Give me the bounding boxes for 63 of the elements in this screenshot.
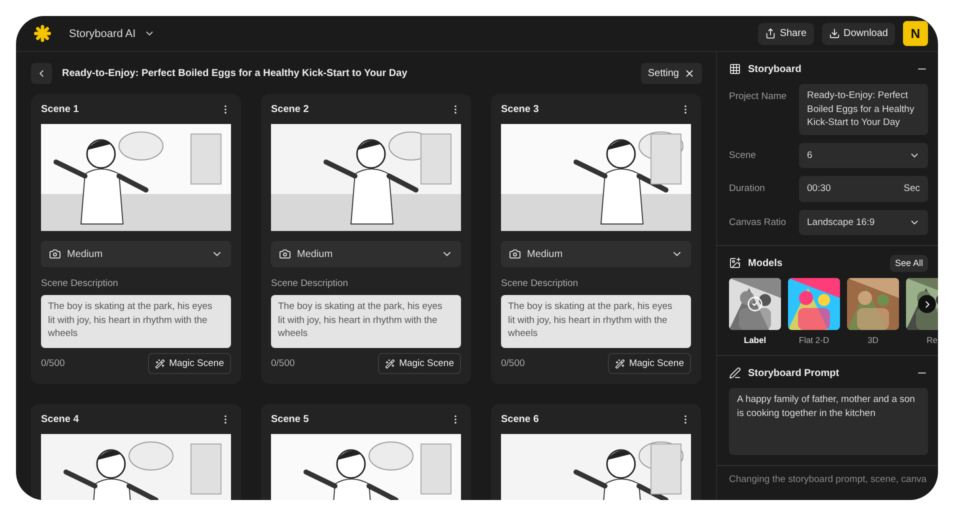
prompt-field[interactable]: A happy family of father, mother and a son is cooking together in the kitchen	[729, 388, 928, 455]
download-button[interactable]: Download	[822, 22, 895, 44]
character-counter: 0/500	[501, 358, 525, 369]
shot-select[interactable]: Medium	[41, 241, 231, 267]
magic-scene-button[interactable]: Magic Scene	[608, 353, 691, 374]
see-all-button[interactable]: See All	[890, 254, 928, 272]
model-thumbnail[interactable]	[788, 278, 840, 330]
project-name-field[interactable]: Ready-to-Enjoy: Perfect Boiled Eggs for a Healthy Kick-Start to Your Day	[799, 84, 928, 134]
project-title: Ready-to-Enjoy: Perfect Boiled Eggs for a Healthy Kick-Start to Your Day	[62, 68, 408, 78]
field-label: Duration	[729, 182, 766, 194]
field-label: Scene Description	[271, 278, 350, 289]
camera-icon	[279, 248, 291, 260]
select-field[interactable]: 6	[799, 142, 928, 168]
section-title: Storyboard	[748, 64, 802, 74]
model-label: Re	[926, 335, 938, 345]
field-label: Scene	[729, 148, 757, 160]
model-label: Label	[744, 335, 766, 345]
section-title: Storyboard Prompt	[748, 368, 840, 378]
model-thumbnail[interactable]	[729, 278, 781, 330]
magic-scene-button[interactable]: Magic Scene	[148, 353, 231, 374]
description-field[interactable]: The boy is skating at the park, his eyes lit with joy, his heart in rhythm with the wheels	[41, 295, 231, 348]
camera-icon	[49, 248, 61, 260]
grid-icon	[729, 63, 741, 75]
setting-button[interactable]: Setting	[640, 62, 702, 84]
character-counter: 0/500	[41, 358, 65, 369]
share-button[interactable]: Share	[758, 22, 814, 44]
magic-wand-icon	[385, 358, 396, 368]
model-label: Flat 2-D	[798, 335, 830, 345]
description-field[interactable]: The boy is skating at the park, his eyes lit with joy, his heart in rhythm with the wheels	[271, 295, 461, 348]
back-button[interactable]	[31, 62, 52, 84]
magic-wand-icon	[615, 358, 626, 368]
camera-icon	[509, 248, 521, 260]
field-label: Scene Description	[41, 278, 120, 289]
flower-logo-icon	[34, 25, 51, 42]
section-title: Models	[748, 258, 782, 268]
pen-icon	[729, 367, 741, 379]
magic-scene-button[interactable]: Magic Scene	[378, 353, 461, 374]
scene-title: Scene 1	[41, 104, 79, 114]
field-label: Canvas Ratio	[729, 216, 788, 228]
character-counter: 0/500	[271, 358, 295, 369]
scene-title: Scene 6	[501, 414, 539, 424]
scene-title: Scene 2	[271, 104, 309, 114]
close-icon	[684, 68, 695, 78]
magic-wand-icon	[155, 358, 166, 368]
model-label: 3D	[868, 335, 878, 345]
check-icon	[747, 296, 763, 312]
note-text: Changing the storyboard prompt, scene, canva	[728, 473, 928, 487]
app-name[interactable]: Storyboard AI	[69, 28, 136, 40]
image-plus-icon	[729, 257, 741, 269]
scene-title: Scene 5	[271, 414, 309, 424]
duration-field[interactable]: 00:30 Sec	[799, 176, 928, 202]
field-label: Project Name	[729, 90, 788, 102]
model-thumbnail[interactable]	[847, 278, 899, 330]
field-label: Scene Description	[501, 278, 580, 289]
description-field[interactable]: The boy is skating at the park, his eyes lit with joy, his heart in rhythm with the wheels	[501, 295, 691, 348]
scene-title: Scene 3	[501, 104, 539, 114]
download-icon	[828, 28, 840, 39]
shot-select[interactable]: Medium	[501, 241, 691, 267]
scene-title: Scene 4	[41, 414, 79, 424]
shot-select[interactable]: Medium	[271, 241, 461, 267]
user-avatar[interactable]: N	[903, 21, 928, 46]
select-field[interactable]: Landscape 16:9	[799, 210, 928, 235]
share-icon	[764, 28, 776, 39]
